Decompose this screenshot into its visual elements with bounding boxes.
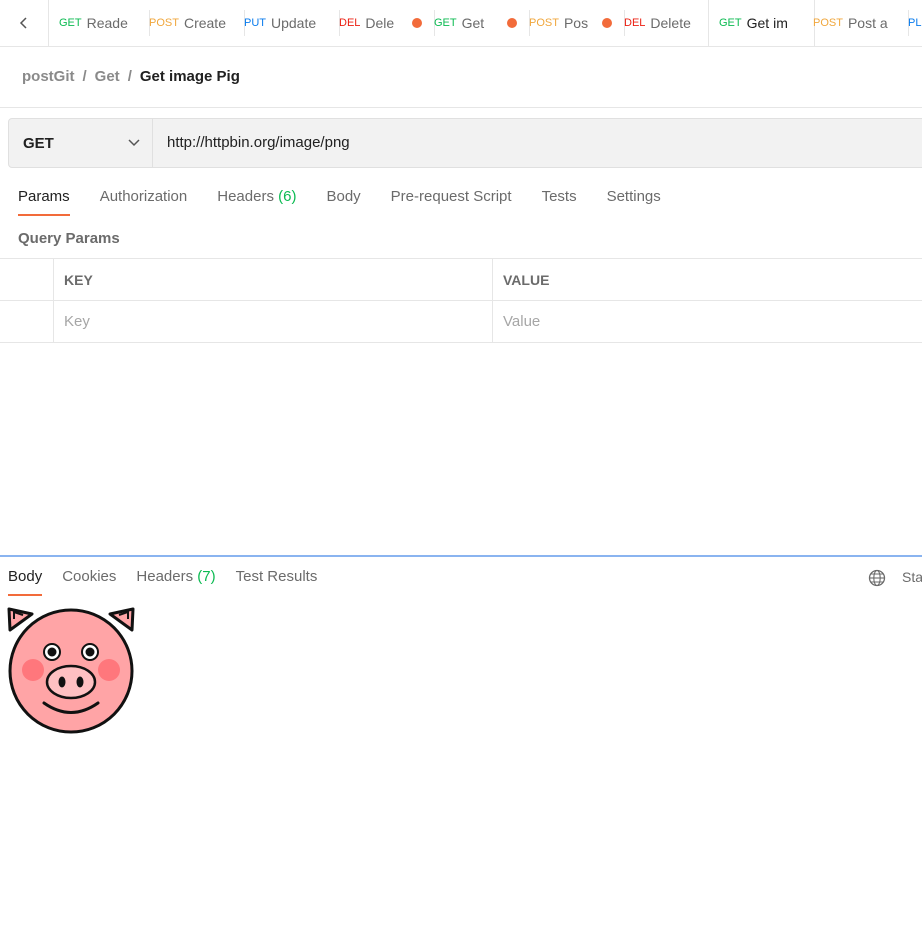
response-tabs: Body Cookies Headers (7) Test Results	[8, 568, 337, 596]
query-params-title: Query Params	[18, 230, 120, 247]
pig-image	[7, 607, 135, 734]
unsaved-dot-icon	[602, 18, 612, 28]
request-tab[interactable]: POST Post a	[803, 10, 909, 36]
table-row: Key Value	[0, 301, 922, 343]
breadcrumb-folder[interactable]: Get	[95, 68, 120, 85]
request-tab[interactable]: PL	[898, 10, 922, 36]
header-divider	[0, 107, 922, 108]
response-tab-test-results[interactable]: Test Results	[236, 568, 318, 585]
request-tab[interactable]: PUT Update	[234, 10, 340, 36]
pane-resize-handle[interactable]	[0, 555, 922, 557]
request-tab-bar: GET Reade POST Create PUT Update DEL Dele GE…	[0, 0, 922, 47]
request-tab[interactable]: GET Get	[424, 10, 530, 36]
chevron-left-icon	[19, 17, 27, 29]
url-input[interactable]: http://httpbin.org/image/png	[167, 134, 350, 151]
request-tab[interactable]: DEL Dele	[329, 10, 435, 36]
breadcrumb-separator: /	[127, 68, 132, 85]
query-params-table: KEY VALUE Key Value	[0, 258, 922, 343]
tab-headers[interactable]: Headers (6)	[217, 188, 296, 218]
request-tab[interactable]: POST Create	[139, 10, 245, 36]
response-tab-headers[interactable]: Headers (7)	[136, 568, 215, 585]
method-select[interactable]: GET	[9, 119, 153, 167]
key-column-header: KEY	[53, 259, 492, 300]
tab-prerequest-script[interactable]: Pre-request Script	[391, 188, 512, 218]
tab-authorization[interactable]: Authorization	[100, 188, 188, 218]
value-input[interactable]: Value	[492, 301, 922, 342]
table-header-row: KEY VALUE	[0, 259, 922, 301]
url-bar: GET http://httpbin.org/image/png	[8, 118, 922, 168]
tab-params[interactable]: Params	[18, 188, 70, 218]
tab-settings[interactable]: Settings	[607, 188, 661, 218]
tab-scroll-back-button[interactable]	[0, 0, 49, 46]
unsaved-dot-icon	[412, 18, 422, 28]
request-tab[interactable]: DEL Delete	[614, 10, 719, 36]
unsaved-dot-icon	[507, 18, 517, 28]
request-tab[interactable]: POST Pos	[519, 10, 625, 36]
key-input[interactable]: Key	[53, 301, 492, 342]
request-tab[interactable]: GET Reade	[49, 10, 150, 36]
breadcrumb-collection[interactable]: postGit	[22, 68, 75, 85]
tab-tests[interactable]: Tests	[542, 188, 577, 218]
breadcrumb-separator: /	[82, 68, 87, 85]
chevron-down-icon	[128, 139, 140, 147]
globe-icon[interactable]	[868, 569, 886, 587]
status-label: Sta	[902, 569, 922, 585]
value-column-header: VALUE	[492, 259, 922, 300]
request-tab-active[interactable]: GET Get im	[708, 0, 815, 46]
response-tab-cookies[interactable]: Cookies	[62, 568, 116, 585]
breadcrumb: postGit / Get / Get image Pig	[22, 68, 240, 85]
tab-body[interactable]: Body	[326, 188, 360, 218]
request-tabs: Params Authorization Headers (6) Body Pr…	[18, 188, 691, 218]
response-tab-body[interactable]: Body	[8, 568, 43, 596]
breadcrumb-request-name[interactable]: Get image Pig	[140, 68, 240, 85]
